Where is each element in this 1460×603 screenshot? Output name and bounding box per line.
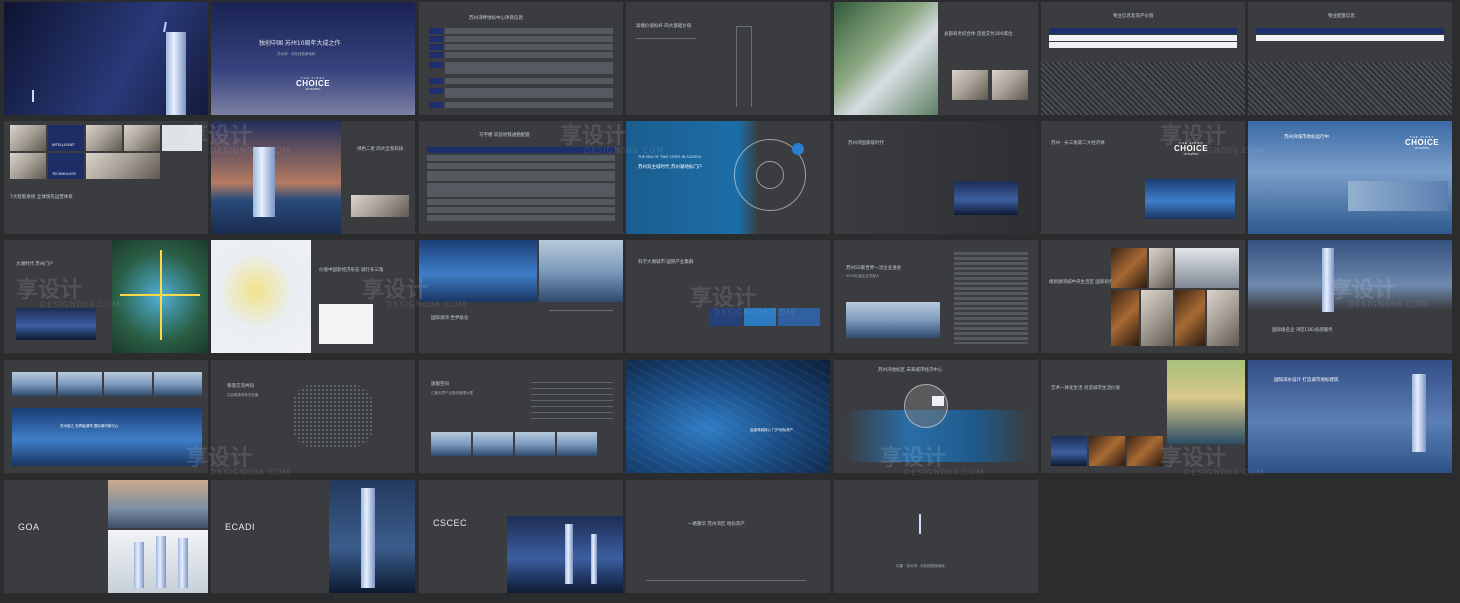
tower-image (166, 32, 186, 115)
slide-caption: 一路繁华 苏州湾区 地标资产 (688, 522, 745, 527)
slide-title: 苏州50家世界一流企业进驻 (846, 266, 902, 271)
the-first-choice-logo: THE FIRST CHOICE OF SUZHOU (1404, 135, 1440, 150)
slide-17[interactable]: 国际湖湾 世界级化 (419, 240, 623, 353)
bridge-photo (16, 308, 96, 340)
slide-title: 苏州湾地标区 未来城市经济中心 (878, 368, 943, 373)
tower-outline (736, 26, 752, 107)
inset-map (319, 304, 373, 344)
logo-mark (919, 514, 921, 534)
slide-11[interactable]: THE ERA OF TWO CITIES IN SUZHOU 苏州双主城时代 … (626, 121, 830, 234)
slide-caption: 7大智能系统 全球领先运营体系 (10, 195, 73, 200)
slide-29[interactable]: GOA (4, 480, 208, 593)
slide-title: 苏州湾国家级时代 (848, 141, 884, 146)
slide-14[interactable]: 苏州湾城市地标运行中 THE FIRST CHOICE OF SUZHOU (1248, 121, 1452, 234)
architect-brand: CSCEC (433, 518, 468, 528)
slide-04[interactable]: 高端价值标杆 四大基础价值 (626, 2, 830, 115)
slide-12[interactable]: 苏州湾国家级时代 (834, 121, 1038, 234)
slide-title: 艺术一体化生活 创造城市生活价值 (1051, 386, 1120, 391)
panorama-photo (12, 408, 202, 466)
slide-en-title: THE ERA OF TWO CITIES IN SUZHOU (638, 155, 702, 159)
slide-20[interactable]: 规划湖湾城中央生活区 国际商务湾区 (1041, 240, 1245, 353)
slide-24[interactable]: 旗舰空间 汇聚世界产业融资管理大楼 (419, 360, 623, 473)
slide-title: 和谐交流共同 (227, 384, 254, 389)
skyline-photo (954, 181, 1018, 215)
slide-32[interactable]: 一路繁华 苏州湾区 地标资产 (626, 480, 830, 593)
slide-02[interactable]: 独创中国 苏州10周年大成之作 苏州湾 · 天际线首席地标 THE FIRST … (211, 2, 415, 115)
slide-caption: 中建 · 苏州湾 · 天际线首席地标 (896, 564, 945, 568)
slide-title: 物业配套信息 (1328, 14, 1355, 19)
skyline-photo (846, 302, 940, 338)
slide-08[interactable]: INTELLIGENT TECHNOLOGY 7大智能系统 全球领先运营体系 (4, 121, 208, 234)
slide-title: 价值中国新经济形态 城行长三角 (319, 268, 384, 273)
slide-06[interactable]: 物业信息及资产价值 (1041, 2, 1245, 115)
slide-title: 国际级名企 湾区CBD总部服务 (1272, 328, 1333, 333)
logo-mark (32, 90, 34, 102)
slide-19[interactable]: 苏州50家世界一流企业进驻 5000亿级企业总部人 (834, 240, 1038, 353)
slide-27[interactable]: 艺术一体化生活 创造城市生活价值 (1041, 360, 1245, 473)
slide-title: 物业信息及资产价值 (1113, 14, 1154, 19)
slide-title: 国际滨水设计 打造城市地标建筑 (1274, 378, 1339, 383)
the-first-choice-logo: THE FIRST CHOICE OF SUZHOU (1173, 141, 1209, 156)
slide-caption: 高速湾城核心 门户地标资产 (750, 428, 794, 432)
slide-22[interactable]: 苏州吴江 世界级湖湾 国际城市新中心 (4, 360, 208, 473)
bay-photo (1145, 179, 1235, 219)
slide-33[interactable]: 中建 · 苏州湾 · 天际线首席地标 (834, 480, 1038, 593)
architect-brand: ECADI (225, 522, 256, 532)
slide-title: 苏州湾城市地标运行中 (1284, 135, 1329, 140)
slide-title: 苏州 · 长三角第二大经济体 (1051, 141, 1105, 146)
slide-18[interactable]: 科学大湖城市 国际产业集群 (626, 240, 830, 353)
tower-photo (211, 121, 341, 234)
slide-title: 苏州湾畔地标中心项目信息 (469, 16, 523, 21)
slide-13[interactable]: 苏州 · 长三角第二大经济体 THE FIRST CHOICE OF SUZHO… (1041, 121, 1245, 234)
slide-subtitle: 汇聚世界产业融资管理大楼 (431, 391, 473, 395)
ranking-table (954, 252, 1028, 344)
slide-30[interactable]: ECADI (211, 480, 415, 593)
slide-31[interactable]: CSCEC (419, 480, 623, 593)
slide-16[interactable]: 价值中国新经济形态 城行长三角 (211, 240, 415, 353)
slide-21[interactable]: 国际级名企 湾区CBD总部服务 (1248, 240, 1452, 353)
slide-01[interactable] (4, 2, 208, 115)
yoga-photo (1167, 360, 1245, 444)
slide-28[interactable]: 国际滨水设计 打造城市地标建筑 (1248, 360, 1452, 473)
slide-overview-grid: 独创中国 苏州10周年大成之作 苏州湾 · 天际线首席地标 THE FIRST … (0, 0, 1460, 603)
slide-15[interactable]: 大湖时代 苏州门户 (4, 240, 208, 353)
china-dot-map (293, 384, 373, 448)
slide-10[interactable]: 写字楼 双层地铁通勤配套 (419, 121, 623, 234)
slide-09[interactable]: 绿色二星 四大全系科技 (211, 121, 415, 234)
bay-bridge-photo (419, 240, 537, 302)
architect-brand: GOA (18, 522, 40, 532)
slide-23[interactable]: 和谐交流共同 共赢精英商务在此聚 (211, 360, 415, 473)
slide-title: 大湖时代 苏州门户 (16, 262, 54, 267)
slide-title: 旗舰空间 (431, 382, 449, 387)
region-map (211, 240, 311, 353)
slide-subtitle: 苏州湾 · 天际线首席地标 (277, 52, 316, 56)
interior-photo (952, 70, 988, 100)
slide-title: 高端价值标杆 四大基础价值 (636, 24, 692, 29)
slide-03[interactable]: 苏州湾畔地标中心项目信息 (419, 2, 623, 115)
slide-title: 苏州双主城时代 苏州湖地标门户 (638, 165, 703, 170)
slide-26[interactable]: 苏州湾地标区 未来城市经济中心 (834, 360, 1038, 473)
technology-label: TECHNOLOGY (52, 172, 77, 176)
slide-subtitle: 5000亿级企业总部人 (846, 274, 880, 278)
aerial-photo (834, 2, 938, 115)
slide-subtitle: 共赢精英商务在此聚 (227, 393, 259, 397)
slide-title: 总部商务综合体 首批交付300席位 (944, 32, 1013, 37)
slide-caption: 国际湖湾 世界级化 (431, 316, 469, 321)
slide-caption: 苏州吴江 世界级湖湾 国际城市新中心 (60, 424, 119, 428)
slide-title: 独创中国 苏州10周年大成之作 (259, 40, 341, 47)
interior-photo (351, 195, 409, 217)
cityscape-photo (539, 240, 623, 302)
the-first-choice-logo: THE FIRST CHOICE OF SUZHOU (295, 76, 331, 91)
interior-photo (992, 70, 1028, 100)
slide-title: 写字楼 双层地铁通勤配套 (479, 133, 530, 138)
slide-05[interactable]: 总部商务综合体 首批交付300席位 (834, 2, 1038, 115)
slide-title: 科学大湖城市 国际产业集群 (638, 260, 694, 265)
slide-title: 绿色二星 四大全系科技 (357, 147, 404, 152)
slide-25[interactable]: 高速湾城核心 门户地标资产 (626, 360, 830, 473)
intelligent-label: INTELLIGENT (52, 143, 75, 147)
slide-07[interactable]: 物业配套信息 (1248, 2, 1452, 115)
